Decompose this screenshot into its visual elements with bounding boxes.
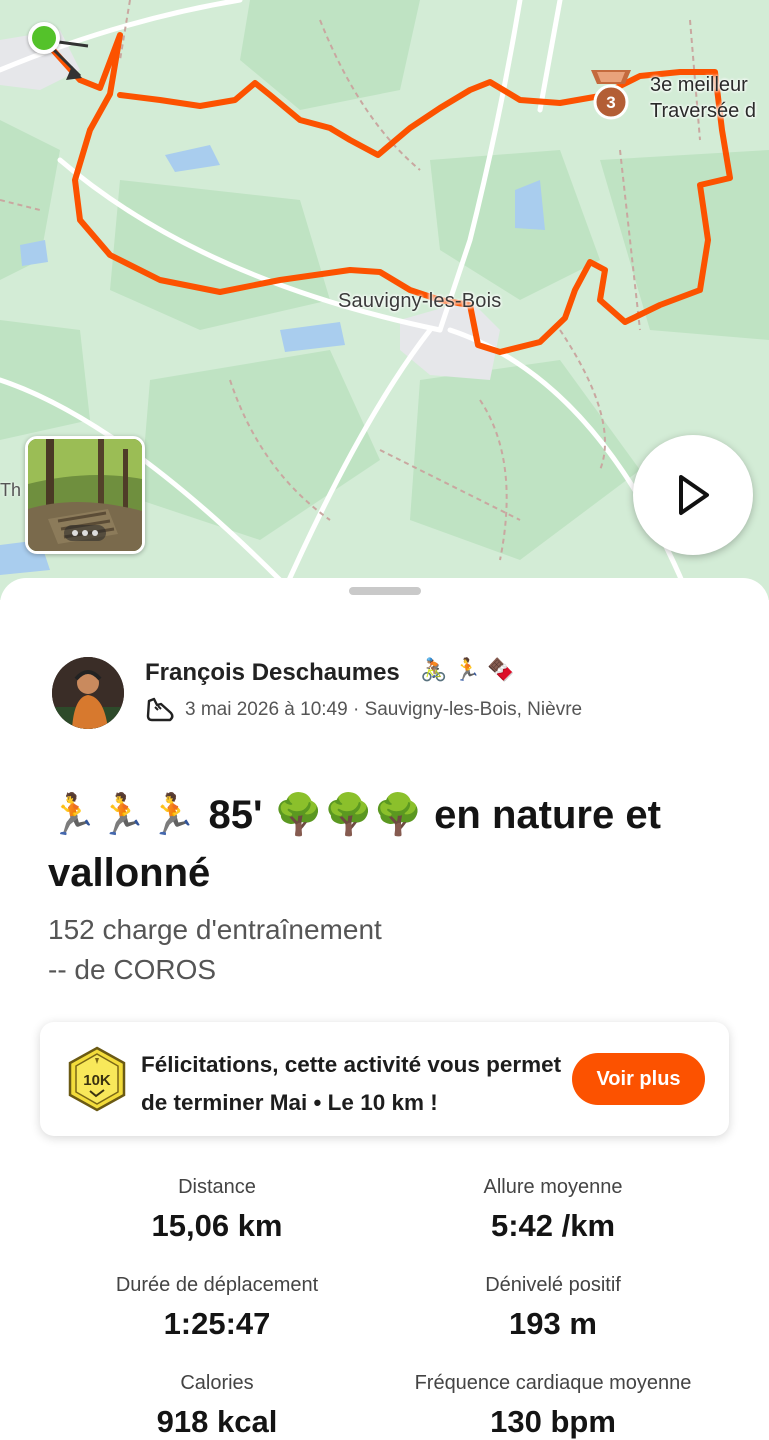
athlete-emoji-badges: 🚴🏽 🏃 🍫 xyxy=(420,657,515,682)
segment-label-line2: Traversée d xyxy=(650,100,756,122)
segment-label[interactable]: 3e meilleur Traversée d xyxy=(650,72,756,124)
activity-details-sheet[interactable]: François Deschaumes 🚴🏽 🏃 🍫 3 mai 2026 à … xyxy=(0,578,769,1440)
description-line: -- de COROS xyxy=(48,954,217,985)
stat-distance: Distance 15,06 km xyxy=(37,1174,397,1246)
stat-elevation-gain: Dénivelé positif 193 m xyxy=(373,1272,733,1344)
medal-rank: 3 xyxy=(606,93,615,112)
activity-date-location: 3 mai 2026 à 10:49 · Sauvigny-les-Bois, … xyxy=(185,699,583,720)
badge-label: 10K xyxy=(83,1072,111,1089)
photo-pager-dots xyxy=(64,525,106,541)
running-shoe-icon xyxy=(146,697,174,722)
segment-label-line1: 3e meilleur xyxy=(650,74,748,96)
photo-thumbnail[interactable] xyxy=(25,436,145,554)
activity-map[interactable]: Sauvigny-les-Bois Th 3 3e meilleur Trave… xyxy=(0,0,769,600)
athlete-header[interactable]: François Deschaumes 🚴🏽 🏃 🍫 3 mai 2026 à … xyxy=(52,657,732,733)
activity-title: 🏃🏃🏃 85' 🌳🌳🌳 en nature et vallonné xyxy=(48,793,661,895)
stat-label: Dénivelé positif xyxy=(485,1274,621,1296)
stat-value: 15,06 km xyxy=(151,1208,283,1243)
stat-value: 1:25:47 xyxy=(163,1306,271,1341)
stat-value: 918 kcal xyxy=(156,1404,278,1439)
activity-description: 152 charge d'entraînement -- de COROS xyxy=(48,910,382,990)
medal-icon[interactable]: 3 xyxy=(585,68,637,124)
stat-moving-time: Durée de déplacement 1:25:47 xyxy=(37,1272,397,1344)
stat-value: 193 m xyxy=(509,1306,597,1341)
stat-label: Durée de déplacement xyxy=(115,1274,319,1296)
avatar-image xyxy=(52,657,124,729)
challenge-10k-badge-icon: 10K xyxy=(68,1046,126,1112)
challenge-completion-card[interactable]: 10K Félicitations, cette activité vous p… xyxy=(40,1022,729,1136)
stat-label: Allure moyenne xyxy=(483,1176,623,1198)
start-point-icon xyxy=(28,22,60,54)
play-icon xyxy=(679,475,709,515)
stat-label: Calories xyxy=(180,1372,254,1394)
athlete-name[interactable]: François Deschaumes xyxy=(145,659,400,687)
stat-value: 130 bpm xyxy=(490,1404,616,1439)
map-edge-label: Th xyxy=(0,480,22,500)
stat-average-heart-rate: Fréquence cardiaque moyenne 130 bpm xyxy=(373,1370,733,1440)
see-more-button[interactable]: Voir plus xyxy=(572,1053,705,1105)
stat-value: 5:42 /km xyxy=(490,1208,616,1243)
avatar[interactable] xyxy=(52,657,124,729)
map-town-label: Sauvigny-les-Bois xyxy=(338,290,502,312)
stat-calories: Calories 918 kcal xyxy=(37,1370,397,1440)
description-line: 152 charge d'entraînement xyxy=(48,914,382,945)
sheet-drag-handle[interactable] xyxy=(349,587,421,595)
stat-average-pace: Allure moyenne 5:42 /km xyxy=(373,1174,733,1246)
play-flyover-button[interactable] xyxy=(633,435,753,555)
stat-label: Fréquence cardiaque moyenne xyxy=(414,1372,692,1394)
stat-label: Distance xyxy=(178,1176,256,1198)
challenge-message: Félicitations, cette activité vous perme… xyxy=(141,1052,562,1115)
